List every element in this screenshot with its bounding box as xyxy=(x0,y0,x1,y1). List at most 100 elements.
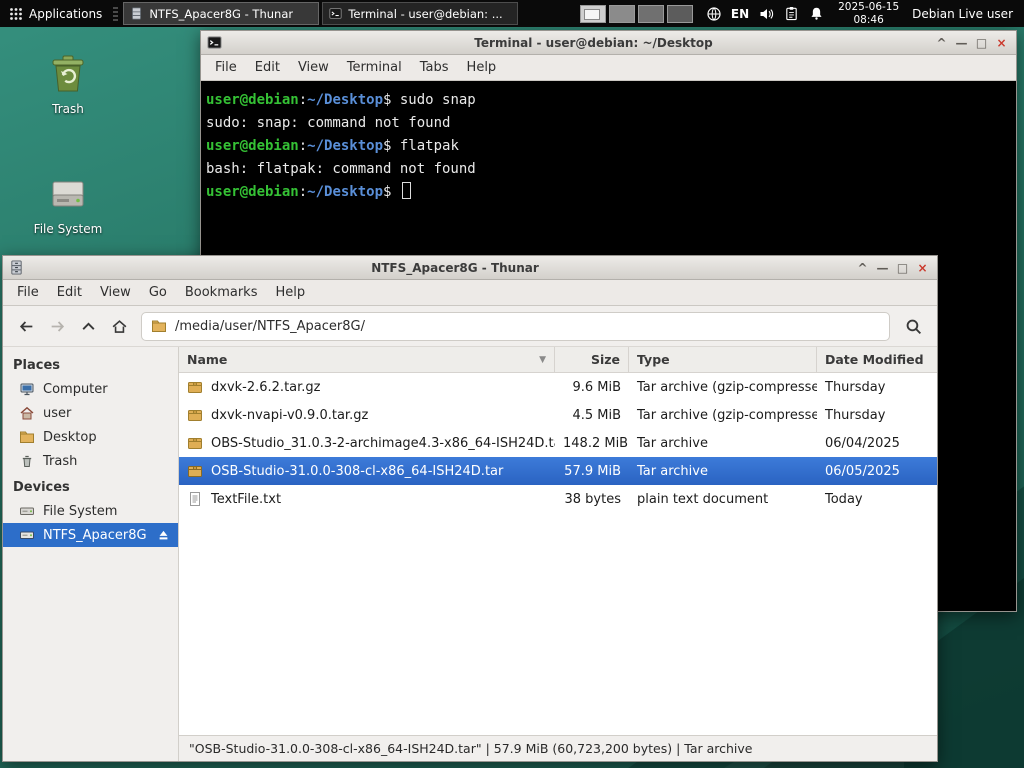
file-name: dxvk-nvapi-v0.9.0.tar.gz xyxy=(211,407,369,423)
close-button[interactable]: × xyxy=(993,33,1010,53)
file-row[interactable]: dxvk-2.6.2.tar.gz 9.6 MiB Tar archive (g… xyxy=(179,373,937,401)
up-button[interactable] xyxy=(74,312,102,340)
taskbar-button-terminal[interactable]: Terminal - user@debian: ... xyxy=(322,2,519,25)
sidebar-item-computer[interactable]: Computer xyxy=(3,377,178,401)
close-button[interactable]: × xyxy=(914,258,931,278)
column-header-type[interactable]: Type xyxy=(629,347,817,372)
minimize-button[interactable]: — xyxy=(953,33,970,53)
file-name: TextFile.txt xyxy=(211,491,282,507)
shade-button[interactable]: ^ xyxy=(933,33,950,53)
menu-view[interactable]: View xyxy=(289,60,338,75)
window-title: NTFS_Apacer8G - Thunar xyxy=(371,260,539,275)
file-size: 38 bytes xyxy=(564,491,622,507)
menu-help[interactable]: Help xyxy=(266,285,314,300)
file-type: Tar archive (gzip-compressed) xyxy=(637,379,817,395)
keyboard-layout-indicator[interactable]: EN xyxy=(731,7,749,21)
menu-tabs[interactable]: Tabs xyxy=(411,60,458,75)
menu-go[interactable]: Go xyxy=(140,285,176,300)
thunar-app-icon xyxy=(9,260,24,275)
file-pane: Name ▼ Size Type Date Modified dxvk-2.6.… xyxy=(179,347,937,761)
file-type: plain text document xyxy=(637,491,769,507)
file-row-selected[interactable]: OSB-Studio-31.0.0-308-cl-x86_64-ISH24D.t… xyxy=(179,457,937,485)
archive-icon xyxy=(187,379,203,395)
home-button[interactable] xyxy=(105,312,133,340)
terminal-line: user@debian:~/Desktop$ sudo snap xyxy=(206,92,476,108)
network-icon[interactable] xyxy=(706,6,722,22)
terminal-line: user@debian:~/Desktop$ xyxy=(206,181,1014,204)
task-label: Terminal - user@debian: ... xyxy=(348,6,503,21)
applications-label: Applications xyxy=(29,6,103,21)
file-size: 9.6 MiB xyxy=(572,379,621,395)
status-text: "OSB-Studio-31.0.0-308-cl-x86_64-ISH24D.… xyxy=(189,741,753,756)
maximize-button[interactable]: □ xyxy=(973,33,990,53)
menu-bookmarks[interactable]: Bookmarks xyxy=(176,285,267,300)
workspace-4[interactable] xyxy=(666,4,693,23)
workspace-2[interactable] xyxy=(608,4,635,23)
status-bar: "OSB-Studio-31.0.0-308-cl-x86_64-ISH24D.… xyxy=(179,735,937,761)
menu-file[interactable]: File xyxy=(8,285,48,300)
menu-view[interactable]: View xyxy=(91,285,140,300)
desktop-icon-label: Trash xyxy=(52,102,84,116)
eject-icon[interactable] xyxy=(157,529,170,542)
workspace-3[interactable] xyxy=(637,4,664,23)
volume-icon[interactable] xyxy=(758,6,774,22)
clock[interactable]: 2025-06-15 08:46 xyxy=(838,1,899,26)
sidebar-item-user[interactable]: user xyxy=(3,401,178,425)
sidebar-item-trash[interactable]: Trash xyxy=(3,449,178,473)
terminal-line: user@debian:~/Desktop$ flatpak xyxy=(206,138,459,154)
terminal-cursor xyxy=(401,182,411,199)
menu-terminal[interactable]: Terminal xyxy=(338,60,411,75)
sort-descending-icon: ▼ xyxy=(539,354,546,365)
file-date: Thursday xyxy=(825,379,886,395)
notifications-bell-icon[interactable] xyxy=(809,6,824,21)
location-path: /media/user/NTFS_Apacer8G/ xyxy=(175,318,365,334)
file-date: 06/04/2025 xyxy=(825,435,900,451)
terminal-app-icon xyxy=(207,35,222,50)
file-type: Tar archive xyxy=(637,463,708,479)
terminal-task-icon xyxy=(329,7,342,20)
menu-edit[interactable]: Edit xyxy=(48,285,91,300)
taskbar-button-thunar[interactable]: NTFS_Apacer8G - Thunar xyxy=(123,2,320,25)
file-row[interactable]: dxvk-nvapi-v0.9.0.tar.gz 4.5 MiB Tar arc… xyxy=(179,401,937,429)
desktop-icon-filesystem[interactable]: File System xyxy=(18,170,118,236)
minimize-button[interactable]: — xyxy=(874,258,891,278)
desktop-icon-trash[interactable]: Trash xyxy=(18,50,118,116)
sidebar-item-file-system[interactable]: File System xyxy=(3,499,178,523)
file-row[interactable]: TextFile.txt 38 bytes plain text documen… xyxy=(179,485,937,513)
menu-help[interactable]: Help xyxy=(458,60,506,75)
file-date: 06/05/2025 xyxy=(825,463,900,479)
clipboard-icon[interactable] xyxy=(784,6,799,21)
terminal-titlebar[interactable]: Terminal - user@debian: ~/Desktop ^ — □ … xyxy=(201,31,1016,55)
terminal-menubar: File Edit View Terminal Tabs Help xyxy=(201,55,1016,81)
forward-button[interactable] xyxy=(43,312,71,340)
file-type: Tar archive (gzip-compressed) xyxy=(637,407,817,423)
filesystem-drive-icon xyxy=(18,170,118,218)
back-button[interactable] xyxy=(12,312,40,340)
location-bar[interactable]: /media/user/NTFS_Apacer8G/ xyxy=(141,311,890,341)
folder-icon xyxy=(151,318,167,334)
column-header-name[interactable]: Name ▼ xyxy=(179,347,555,372)
search-button[interactable] xyxy=(898,311,928,341)
applications-menu-button[interactable]: Applications xyxy=(0,0,111,27)
column-header-size[interactable]: Size xyxy=(555,347,629,372)
file-list: dxvk-2.6.2.tar.gz 9.6 MiB Tar archive (g… xyxy=(179,373,937,735)
session-user-label[interactable]: Debian Live user xyxy=(912,7,1013,21)
desktop-root: { "panel": { "applications_label": "Appl… xyxy=(0,0,1024,768)
maximize-button[interactable]: □ xyxy=(894,258,911,278)
sidebar-item-desktop[interactable]: Desktop xyxy=(3,425,178,449)
panel-separator xyxy=(113,4,119,23)
menu-file[interactable]: File xyxy=(206,60,246,75)
sidebar-item-ntfs-apacer8g[interactable]: NTFS_Apacer8G xyxy=(3,523,178,547)
file-size: 148.2 MiB xyxy=(563,435,629,451)
file-row[interactable]: OBS-Studio_31.0.3-2-archimage4.3-x86_64-… xyxy=(179,429,937,457)
devices-header: Devices xyxy=(13,480,70,495)
archive-icon xyxy=(187,407,203,423)
file-size: 4.5 MiB xyxy=(572,407,621,423)
desktop-folder-icon xyxy=(19,429,35,445)
column-header-date-modified[interactable]: Date Modified xyxy=(817,347,937,372)
thunar-titlebar[interactable]: NTFS_Apacer8G - Thunar ^ — □ × xyxy=(3,256,937,280)
shade-button[interactable]: ^ xyxy=(854,258,871,278)
workspace-1[interactable] xyxy=(579,4,606,23)
menu-edit[interactable]: Edit xyxy=(246,60,289,75)
top-panel: Applications NTFS_Apacer8G - Thunar Term… xyxy=(0,0,1024,27)
